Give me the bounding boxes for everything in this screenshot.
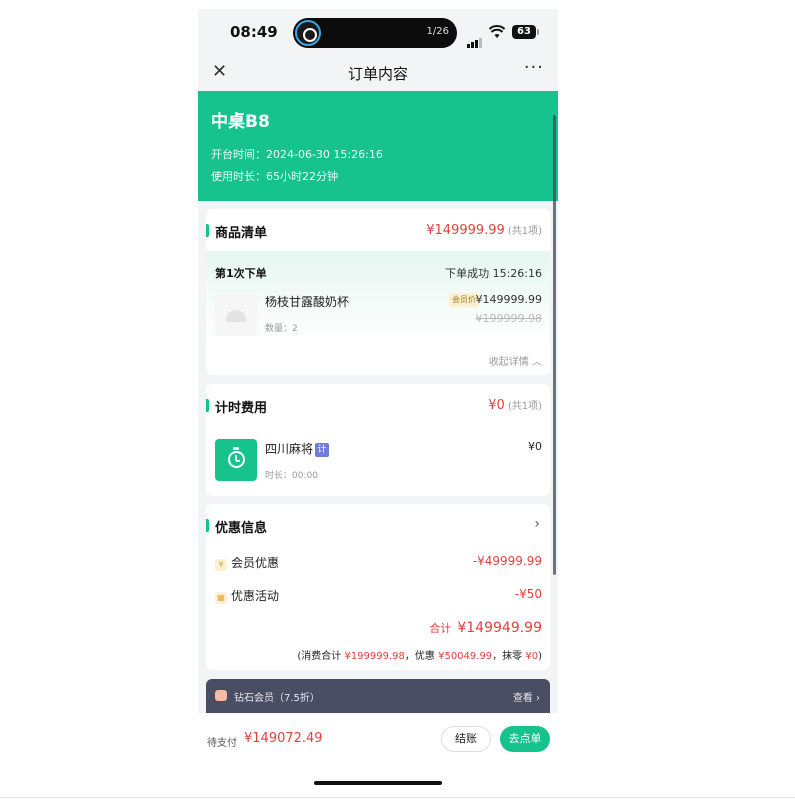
section-marker: [206, 519, 209, 532]
bottom-action-bar: 待支付 ¥149072.49 结账 去点单: [198, 713, 558, 791]
usage-duration: 使用时长：65小时22分钟: [211, 170, 338, 183]
diamond-icon: [215, 690, 227, 701]
timing-badge: 计: [315, 443, 330, 457]
order-status: 下单成功 15:26:16: [445, 267, 542, 280]
battery-icon: 63: [512, 25, 539, 39]
checkout-button[interactable]: 结账: [441, 726, 491, 752]
goods-item-name: 杨枝甘露酸奶杯: [265, 295, 350, 309]
member-discount-row: ¥ 会员优惠 -¥49999.99: [215, 554, 542, 571]
promo-discount-amount: -¥50: [514, 587, 542, 601]
goods-quantity: 数量：2: [265, 324, 298, 334]
chevron-right-icon[interactable]: ›: [534, 516, 540, 532]
island-counter: 1/26: [426, 26, 449, 37]
nav-bar: ✕ 订单内容 ···: [198, 57, 558, 91]
open-time: 开台时间：2024-06-30 15:26:16: [211, 148, 383, 161]
page-divider: [0, 797, 795, 798]
order-more-button[interactable]: 去点单: [500, 726, 550, 752]
goods-original-price: ¥199999.98: [475, 312, 542, 325]
discount-card: 优惠信息 › ¥ 会员优惠 -¥49999.99 ▦ 优惠活动 -¥50 合计 ¥14…: [206, 504, 550, 670]
signal-icon: [467, 29, 483, 48]
timing-price: ¥0: [528, 440, 542, 453]
vip-label: 钻石会员（7.5折）: [234, 693, 320, 704]
timing-total: ¥0 (共1项): [488, 398, 542, 413]
more-icon[interactable]: ···: [524, 57, 544, 78]
scrollbar[interactable]: [553, 115, 556, 575]
member-price-tag: 会员价: [449, 293, 479, 307]
timing-card: 计时费用 ¥0 (共1项) 四川麻将计 时长：00:00 ¥0: [206, 384, 550, 496]
section-marker: [206, 224, 209, 237]
phone-screen: 08:49 1/26 63 ✕ 订单内容 ··· 中桌B8 开台时间：2024-…: [198, 9, 558, 791]
home-indicator[interactable]: [314, 781, 442, 785]
pending-payment-amount: ¥149072.49: [244, 731, 323, 746]
pending-payment-label: 待支付: [207, 738, 237, 749]
goods-price: ¥149999.99: [475, 293, 542, 306]
timing-title: 计时费用: [215, 401, 268, 416]
order-number: 第1次下单: [215, 267, 267, 280]
app-activity-icon: [295, 20, 321, 46]
promo-discount-row: ▦ 优惠活动 -¥50: [215, 587, 542, 604]
vip-view-link[interactable]: 查看 ›: [513, 689, 540, 704]
vip-member-bar[interactable]: 钻石会员（7.5折） 查看 ›: [206, 679, 550, 713]
sum-breakdown: (消费合计 ¥199999.98，优惠 ¥50049.99，抹零 ¥0): [297, 651, 542, 662]
yen-icon: ¥: [215, 559, 227, 571]
goods-title: 商品清单: [215, 226, 268, 241]
goods-card: 商品清单 ¥149999.99 (共1项) 第1次下单 下单成功 15:26:16…: [206, 209, 550, 375]
page-title: 订单内容: [347, 65, 408, 83]
stopwatch-icon: [215, 439, 257, 481]
wifi-icon: [489, 25, 505, 38]
collapse-details-button[interactable]: 收起详情 ︿: [489, 353, 542, 368]
section-marker: [206, 399, 209, 412]
status-bar: 08:49 1/26 63: [198, 9, 558, 57]
goods-total: ¥149999.99 (共1项): [426, 223, 542, 238]
timing-item-name: 四川麻将计: [265, 440, 330, 457]
dynamic-island[interactable]: 1/26: [293, 18, 457, 48]
order-block: 第1次下单 下单成功 15:26:16 杨枝甘露酸奶杯 数量：2 会员价 ¥14…: [206, 251, 550, 343]
member-discount-amount: -¥49999.99: [472, 554, 542, 568]
table-name: 中桌B8: [211, 112, 270, 132]
discount-title: 优惠信息: [215, 521, 268, 536]
goods-image-placeholder: [215, 294, 257, 336]
sum-total: 合计 ¥149949.99: [429, 620, 542, 636]
timing-duration: 时长：00:00: [265, 471, 318, 481]
status-time: 08:49: [230, 23, 278, 41]
table-header: 中桌B8 开台时间：2024-06-30 15:26:16 使用时长：65小时2…: [198, 91, 558, 201]
gift-icon: ▦: [215, 592, 227, 604]
